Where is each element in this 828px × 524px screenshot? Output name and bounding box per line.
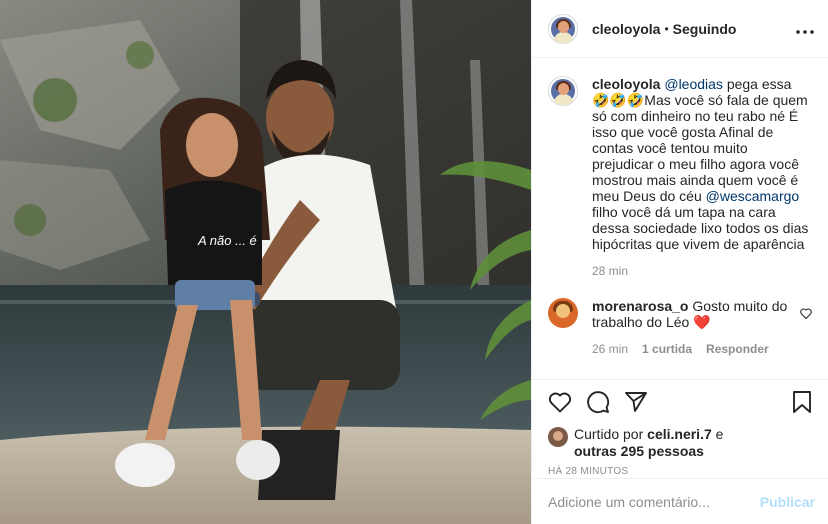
comment-item: morenarosa_o Gosto muito do trabalho do … xyxy=(548,298,812,356)
author-avatar[interactable] xyxy=(548,13,578,44)
action-icons-row xyxy=(548,388,812,416)
likes-prefix: Curtido por xyxy=(574,426,648,442)
liker-username-link[interactable]: celi.neri.7 xyxy=(647,426,712,442)
comment-meta: 26 min 1 curtida Responder xyxy=(592,342,794,356)
mention-link-wescamargo[interactable]: @wescamargo xyxy=(706,188,800,204)
like-heart-icon[interactable] xyxy=(548,391,572,413)
caption-time: 28 min xyxy=(592,264,629,278)
reply-button[interactable]: Responder xyxy=(706,342,769,356)
liker-avatar[interactable] xyxy=(548,427,568,447)
like-comment-heart-icon[interactable] xyxy=(800,306,812,322)
shirt-print-text: A não ... é xyxy=(197,233,257,248)
caption-meta: 28 min xyxy=(592,264,812,278)
caption-author-avatar[interactable] xyxy=(548,76,578,106)
separator-dot: • xyxy=(664,21,669,36)
commenter-avatar[interactable] xyxy=(548,298,578,328)
comment-bubble-icon[interactable] xyxy=(586,390,610,414)
ellipsis-icon[interactable] xyxy=(796,18,814,39)
comment-likes-link[interactable]: 1 curtida xyxy=(642,342,692,356)
comment-text: morenarosa_o Gosto muito do trabalho do … xyxy=(592,298,794,330)
red-heart-emoji: ❤️ xyxy=(693,314,711,330)
post-timestamp: HÁ 28 MINUTOS xyxy=(548,466,629,477)
post-header: cleoloyola • Seguindo xyxy=(532,0,828,58)
add-comment-input[interactable]: Adicione um comentário... xyxy=(548,494,760,510)
save-bookmark-icon[interactable] xyxy=(792,390,812,414)
caption: cleoloyola @leodias pega essa 🤣🤣🤣Mas voc… xyxy=(548,76,812,278)
commenter-username-link[interactable]: morenarosa_o xyxy=(592,298,688,314)
publish-button[interactable]: Publicar xyxy=(760,494,815,510)
post-side-panel: cleoloyola • Seguindo cleoloyola @leodia… xyxy=(531,0,828,524)
caption-body-2: filho você dá um tapa na cara dessa soci… xyxy=(592,204,809,252)
caption-body-1: pega essa 🤣🤣🤣Mas você só fala de quem só… xyxy=(592,76,808,204)
author-username-link[interactable]: cleoloyola xyxy=(592,21,660,37)
share-paper-plane-icon[interactable] xyxy=(624,391,648,413)
likes-summary: Curtido por celi.neri.7 e outras 295 pes… xyxy=(548,426,812,460)
post-photo[interactable]: A não ... é xyxy=(0,0,531,524)
others-likes-link[interactable]: outras 295 pessoas xyxy=(574,443,704,459)
comment-time: 26 min xyxy=(592,342,629,356)
mention-link-leodias[interactable]: @leodias xyxy=(664,76,723,92)
caption-username-link[interactable]: cleoloyola xyxy=(592,76,660,92)
add-comment-bar: Adicione um comentário... Publicar xyxy=(532,478,828,524)
comments-section: cleoloyola @leodias pega essa 🤣🤣🤣Mas voc… xyxy=(532,58,828,379)
caption-text: cleoloyola @leodias pega essa 🤣🤣🤣Mas voc… xyxy=(592,76,812,252)
following-button[interactable]: Seguindo xyxy=(673,21,737,37)
likes-mid: e xyxy=(711,426,724,442)
photo-illustration: A não ... é xyxy=(0,0,531,524)
